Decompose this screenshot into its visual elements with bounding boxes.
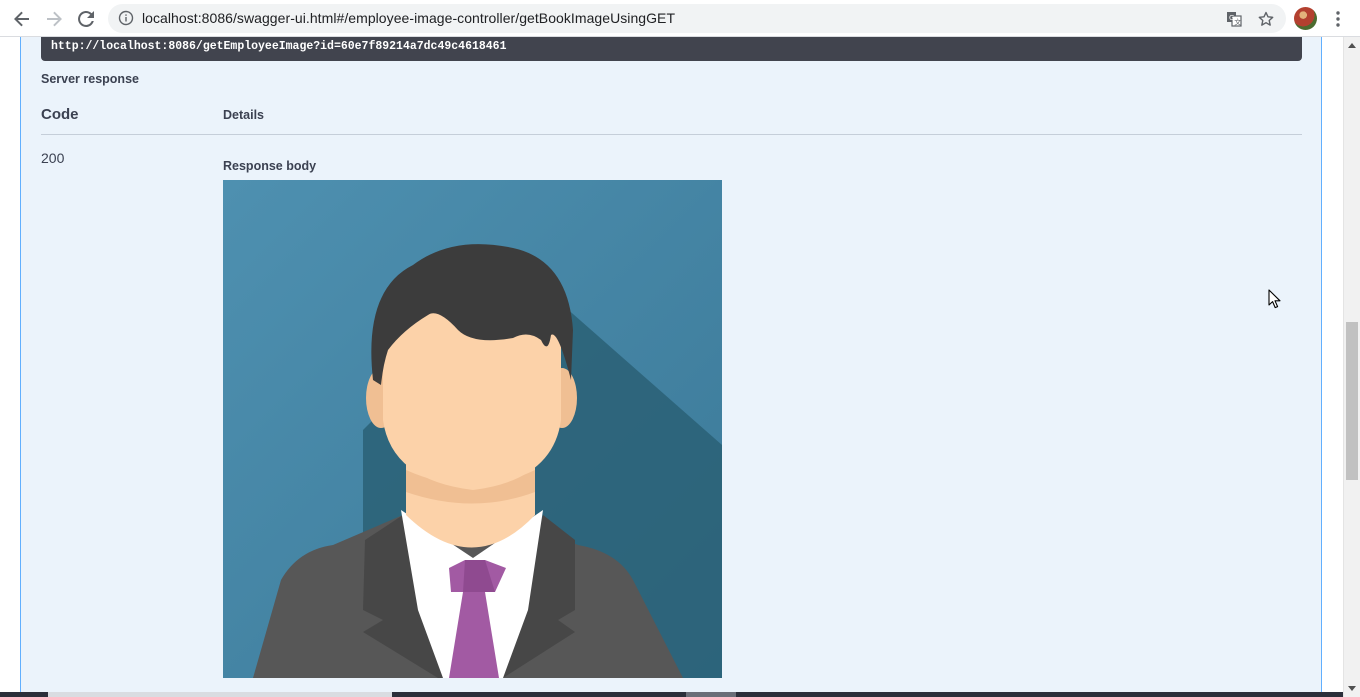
page-viewport: http://localhost:8086/getEmployeeImage?i… <box>0 37 1343 697</box>
translate-button[interactable]: G 文 <box>1224 9 1244 29</box>
details-column-header: Details <box>223 108 264 122</box>
table-header-divider <box>41 134 1302 135</box>
code-column-header: Code <box>41 106 79 123</box>
scrollbar-thumb[interactable] <box>1346 322 1358 480</box>
server-response-heading: Server response <box>41 72 139 86</box>
star-icon <box>1258 11 1274 26</box>
arrow-right-icon <box>47 11 62 27</box>
info-icon[interactable] <box>118 10 134 26</box>
mouse-cursor-icon <box>1268 289 1281 309</box>
back-button[interactable] <box>10 7 34 31</box>
scroll-down-arrow[interactable] <box>1348 686 1356 691</box>
scroll-up-arrow[interactable] <box>1348 43 1356 48</box>
bottom-panel-strip <box>0 692 1343 697</box>
forward-button[interactable] <box>42 7 66 31</box>
translate-icon: G 文 <box>1227 12 1242 27</box>
response-body-label: Response body <box>223 159 317 173</box>
kebab-menu-icon <box>1336 11 1340 27</box>
browser-menu-button[interactable] <box>1330 8 1346 30</box>
svg-text:文: 文 <box>1234 17 1241 26</box>
employee-avatar-image <box>223 180 722 678</box>
operation-block: http://localhost:8086/getEmployeeImage?i… <box>20 37 1322 697</box>
browser-toolbar: localhost:8086/swagger-ui.html#/employee… <box>0 0 1360 37</box>
request-url: http://localhost:8086/getEmployeeImage?i… <box>41 37 1302 61</box>
reload-icon <box>78 10 94 27</box>
bookmark-button[interactable] <box>1256 9 1276 29</box>
reload-button[interactable] <box>74 7 98 31</box>
url-text[interactable]: localhost:8086/swagger-ui.html#/employee… <box>142 10 675 26</box>
profile-avatar[interactable] <box>1294 7 1317 30</box>
vertical-scrollbar[interactable] <box>1343 37 1360 697</box>
arrow-left-icon <box>14 11 29 27</box>
bottom-strip-segment <box>48 692 392 697</box>
address-bar[interactable]: localhost:8086/swagger-ui.html#/employee… <box>108 4 1286 33</box>
response-status-code: 200 <box>41 150 65 166</box>
bottom-strip-segment-2 <box>686 692 736 697</box>
